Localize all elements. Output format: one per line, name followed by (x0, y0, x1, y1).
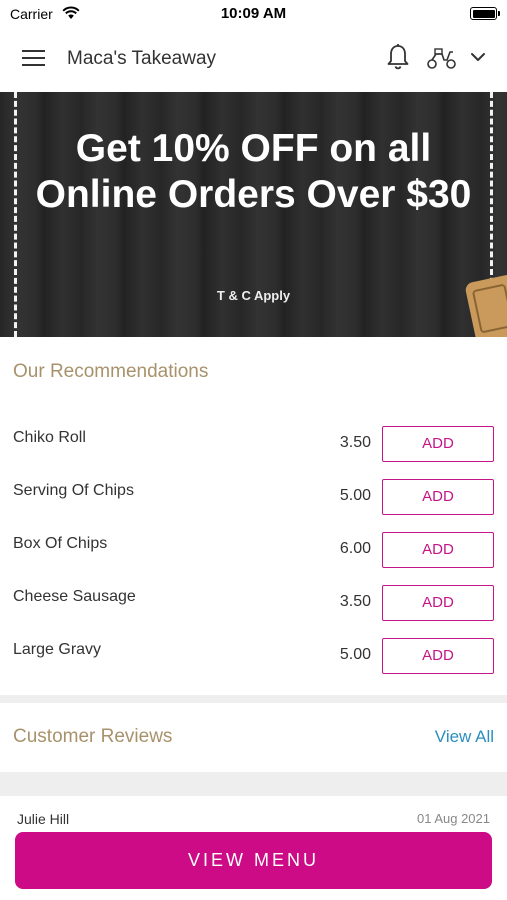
add-button[interactable]: ADD (382, 638, 494, 674)
status-time: 10:09 AM (220, 5, 287, 22)
banner-terms: T & C Apply (216, 288, 291, 303)
view-menu-button[interactable]: VIEW MENU (15, 832, 492, 889)
item-name: Box Of Chips (13, 535, 108, 552)
status-bar: Carrier 10:09 AM (0, 0, 507, 28)
item-price: 5.00 (339, 646, 371, 663)
list-item: Serving Of Chips 5.00 ADD (0, 479, 507, 532)
food-box-image (464, 273, 507, 337)
item-price: 3.50 (339, 593, 371, 610)
chevron-down-icon[interactable] (470, 51, 486, 63)
add-button[interactable]: ADD (382, 532, 494, 568)
item-price: 5.00 (339, 487, 371, 504)
review-author: Julie Hill (17, 811, 70, 827)
banner-headline: Get 10% OFF on all Online Orders Over $3… (35, 127, 472, 216)
item-price: 6.00 (339, 540, 371, 557)
list-item: Cheese Sausage 3.50 ADD (0, 585, 507, 638)
list-item: Box Of Chips 6.00 ADD (0, 532, 507, 585)
view-all-link[interactable]: View All (435, 727, 494, 747)
item-name: Serving Of Chips (13, 482, 134, 499)
item-name: Chiko Roll (13, 429, 86, 446)
list-item: Chiko Roll 3.50 ADD (0, 426, 507, 479)
recommendations-title: Our Recommendations (13, 361, 209, 382)
add-button[interactable]: ADD (382, 479, 494, 515)
section-divider (0, 772, 507, 796)
battery-icon (470, 7, 500, 20)
scooter-icon[interactable] (426, 46, 458, 70)
list-item: Large Gravy 5.00 ADD (0, 638, 507, 691)
add-button[interactable]: ADD (382, 585, 494, 621)
add-button[interactable]: ADD (382, 426, 494, 462)
review-date: 01 Aug 2021 (416, 811, 490, 826)
reviews-title: Customer Reviews (13, 726, 173, 747)
app-header: Maca's Takeaway (0, 28, 507, 92)
promo-banner[interactable]: Get 10% OFF on all Online Orders Over $3… (0, 92, 507, 337)
menu-icon[interactable] (22, 48, 46, 68)
item-name: Cheese Sausage (13, 588, 136, 605)
item-name: Large Gravy (13, 641, 102, 658)
item-price: 3.50 (339, 434, 371, 451)
section-divider (0, 695, 507, 703)
bell-icon[interactable] (386, 43, 410, 71)
page-title: Maca's Takeaway (67, 48, 217, 69)
